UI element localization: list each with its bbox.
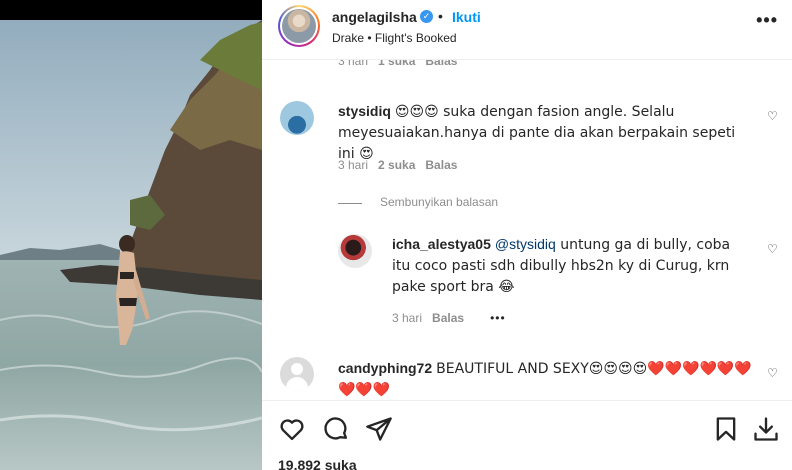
comment-icon[interactable]	[322, 415, 350, 443]
reply-more-options[interactable]: •••	[490, 311, 506, 325]
commenter2-username[interactable]: candyphing72	[338, 360, 432, 376]
more-options-button[interactable]: •••	[756, 10, 778, 31]
verified-icon: ✓	[420, 10, 433, 23]
beach-photo	[0, 0, 262, 470]
reply-meta: 3 hari Balas •••	[392, 311, 506, 325]
media-top-bar	[0, 0, 262, 20]
comment-like-heart-icon[interactable]: ♡	[767, 109, 778, 123]
comment-body: stysidiq 😍😍😍 suka dengan fasion angle. Se…	[338, 103, 736, 162]
comment-like-count[interactable]: 2 suka	[378, 158, 415, 172]
reply-body: icha_alestya05 @stysidiq untung ga di bul…	[392, 236, 731, 295]
like-count[interactable]: 19.892 suka	[278, 457, 357, 470]
audio-label[interactable]: Drake • Flight's Booked	[332, 31, 457, 45]
prev-reply-button[interactable]: Balas	[425, 60, 457, 68]
commenter-username[interactable]: stysidiq	[338, 103, 391, 119]
heart-icon[interactable]	[278, 415, 306, 443]
author-avatar[interactable]	[278, 5, 320, 47]
download-icon[interactable]	[752, 415, 780, 443]
post-header: angelagilsha ✓ • Ikuti Drake • Flight's …	[262, 0, 792, 60]
comment-meta: 3 hari 2 suka Balas	[338, 158, 458, 172]
reply-mention[interactable]: @stysidiq	[495, 236, 556, 252]
bookmark-icon[interactable]	[712, 415, 740, 443]
header-separator: •	[438, 8, 443, 24]
comments-list[interactable]: 3 hari 1 suka Balas stysidiq 😍😍😍 suka denga…	[262, 60, 792, 400]
prev-comment-meta: 3 hari 1 suka Balas	[338, 60, 457, 68]
comment2-like-heart-icon[interactable]: ♡	[767, 366, 778, 380]
author-username[interactable]: angelagilsha	[332, 9, 417, 25]
action-bar: 19.892 suka	[262, 400, 792, 470]
commenter2-avatar[interactable]	[280, 357, 314, 391]
commenter-avatar[interactable]	[280, 101, 314, 135]
reply-like-heart-icon[interactable]: ♡	[767, 242, 778, 256]
follow-button[interactable]: Ikuti	[452, 9, 481, 25]
reply-reply-button[interactable]: Balas	[432, 311, 464, 325]
reply-button[interactable]: Balas	[425, 158, 457, 172]
reply-avatar[interactable]	[338, 234, 372, 268]
hide-replies-button[interactable]: Sembunyikan balasan	[380, 195, 498, 209]
post-panel: angelagilsha ✓ • Ikuti Drake • Flight's …	[262, 0, 792, 470]
share-icon[interactable]	[365, 415, 393, 443]
hide-replies-line	[338, 203, 362, 204]
reply-username[interactable]: icha_alestya05	[392, 236, 491, 252]
comment2-body: candyphing72 BEAUTIFUL AND SEXY😍😍😍😍❤️❤️❤️…	[338, 360, 752, 398]
post-media[interactable]	[0, 0, 262, 470]
prev-like-count[interactable]: 1 suka	[378, 60, 415, 68]
